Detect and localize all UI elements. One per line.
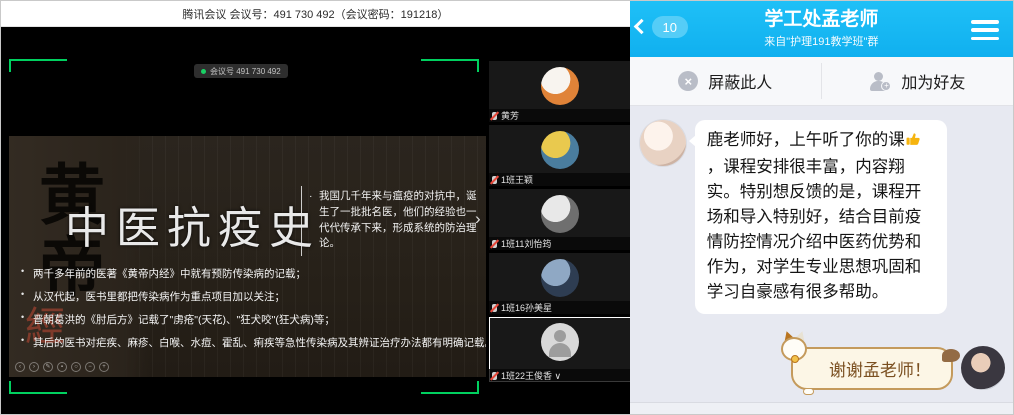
- tencent-meeting-window: 腾讯会议 会议号：491 730 492（会议密码：191218） 会议号 49…: [1, 1, 630, 414]
- slide-title: 中医抗疫史: [65, 192, 320, 256]
- slide-control-icon[interactable]: ✎: [43, 362, 53, 372]
- incoming-message-row: 鹿老师好，上午听了你的课 ，课程安排很丰富，内容翔实。特别想反馈的是，课程开场和导…: [640, 120, 1003, 314]
- participant-name: 1班22王俊香 ∨: [501, 369, 561, 382]
- participant-name: 黄芳: [501, 109, 519, 122]
- slide-control-icon[interactable]: +: [99, 362, 109, 372]
- chat-header-center: 学工处孟老师 来自"护理191教学班"群: [690, 9, 953, 49]
- cat-tail-decoration: [942, 349, 960, 362]
- muted-mic-icon: [492, 176, 497, 184]
- slide-intro-paragraph: 我国几千年来与瘟疫的对抗中，诞生了一批批名医，他们的经验也一代代传承下来，形成系…: [309, 189, 481, 252]
- meeting-id-badge-label: 会议号 491 730 492: [210, 66, 281, 77]
- participant-avatar: [541, 131, 579, 169]
- add-friend-label: 加为好友: [901, 69, 965, 93]
- message-bubble: 鹿老师好，上午听了你的课 ，课程安排很丰富，内容翔实。特别想反馈的是，课程开场和导…: [695, 120, 947, 314]
- share-corner-bracket: [421, 381, 479, 394]
- message-text: ，课程安排很丰富，内容翔实。特别想反馈的是，课程开场和导入特别好，结合目前疫情防…: [707, 158, 922, 301]
- unread-count-badge[interactable]: 10: [652, 16, 688, 38]
- meeting-id-badge: 会议号 491 730 492: [194, 64, 288, 78]
- outgoing-message-row: 谢谢孟老师！: [791, 346, 1005, 390]
- block-user-button[interactable]: × 屏蔽此人: [630, 57, 821, 105]
- meeting-titlebar: 腾讯会议 会议号：491 730 492（会议密码：191218）: [1, 1, 630, 27]
- slide-control-icon[interactable]: ○: [71, 362, 81, 372]
- slide-bullet-list: 两千多年前的医著《黄帝内经》中就有预防传染病的记载； 从汉代起，医书里都把传染病作…: [21, 266, 481, 358]
- participant-name-bar: 1班22王俊香 ∨: [489, 369, 630, 382]
- qq-chat-window: 10 学工处孟老师 来自"护理191教学班"群 × 屏蔽此人 + 加为好友: [630, 1, 1013, 414]
- participant-tile[interactable]: 1班22王俊香 ∨: [489, 317, 630, 382]
- chat-action-row: × 屏蔽此人 + 加为好友: [630, 57, 1013, 106]
- chat-title: 学工处孟老师: [690, 9, 953, 31]
- next-page-arrow[interactable]: ›: [475, 209, 481, 229]
- slide-divider-line: [301, 186, 302, 256]
- slide-bullet: 其后的医书对疟疾、麻疹、白喉、水痘、霍乱、痢疾等急性传染病及其辨证治疗办法都有明…: [21, 335, 481, 350]
- slide-control-icon[interactable]: ‹: [15, 362, 25, 372]
- live-dot-icon: [201, 69, 206, 74]
- meeting-titlebar-text: 腾讯会议 会议号：491 730 492（会议密码：191218）: [182, 6, 448, 22]
- participant-avatar: [541, 259, 579, 297]
- participant-name: 1班16孙美星: [501, 301, 552, 314]
- share-corner-bracket: [9, 59, 67, 72]
- participant-video-column: 黄芳 1班王颖 1班11刘怡筠 1班16孙美星 1班22王俊香 ∨: [489, 61, 630, 414]
- add-friend-icon: +: [869, 71, 891, 91]
- participant-name-bar: 黄芳: [489, 109, 630, 122]
- add-friend-button[interactable]: + 加为好友: [822, 57, 1013, 105]
- screen: 腾讯会议 会议号：491 730 492（会议密码：191218） 会议号 49…: [0, 0, 1014, 415]
- slide-control-icon[interactable]: ›: [29, 362, 39, 372]
- participant-tile[interactable]: 1班王颖: [489, 125, 630, 186]
- my-avatar[interactable]: [961, 346, 1005, 390]
- blocked-face-icon: ×: [678, 71, 698, 91]
- muted-mic-icon: [492, 240, 497, 248]
- reply-sticker-bubble: 谢谢孟老师！: [791, 347, 953, 390]
- shared-slide: 黄 帝 經 中医抗疫史 我国几千年来与瘟疫的对抗中，诞生了一批批名医，他们的经验…: [9, 136, 486, 377]
- sender-avatar[interactable]: [640, 120, 686, 166]
- participant-avatar: [541, 195, 579, 233]
- participant-name-bar: 1班11刘怡筠: [489, 237, 630, 250]
- participant-name: 1班11刘怡筠: [501, 237, 551, 250]
- share-corner-bracket: [9, 381, 67, 394]
- participant-tile[interactable]: 黄芳: [489, 61, 630, 122]
- participant-name: 1班王颖: [501, 173, 533, 186]
- muted-mic-icon: [492, 372, 497, 380]
- slide-control-icon[interactable]: ▪: [57, 362, 67, 372]
- thumbs-up-emoji: [905, 130, 922, 155]
- participant-tile[interactable]: 1班11刘怡筠: [489, 189, 630, 250]
- chat-subtitle: 来自"护理191教学班"群: [690, 33, 953, 49]
- participant-avatar: [541, 67, 579, 105]
- slide-control-icon[interactable]: −: [85, 362, 95, 372]
- participant-avatar: [541, 323, 579, 361]
- back-icon[interactable]: [633, 19, 649, 35]
- slide-bullet: 从汉代起，医书里都把传染病作为重点项目加以关注；: [21, 289, 481, 304]
- cat-paw-decoration: [803, 388, 814, 395]
- muted-mic-icon: [492, 112, 497, 120]
- input-bar-edge[interactable]: [630, 402, 1013, 414]
- participant-tile[interactable]: 1班16孙美星: [489, 253, 630, 314]
- participant-name-bar: 1班16孙美星: [489, 301, 630, 314]
- chat-message-area: 鹿老师好，上午听了你的课 ，课程安排很丰富，内容翔实。特别想反馈的是，课程开场和导…: [630, 106, 1013, 402]
- cat-decoration-icon: [781, 333, 811, 361]
- participant-name-bar: 1班王颖: [489, 173, 630, 186]
- meeting-body: 会议号 491 730 492 黄 帝 經 中医抗疫史 我国几千年来与瘟疫的对抗…: [1, 27, 630, 414]
- block-user-label: 屏蔽此人: [708, 69, 772, 93]
- reply-text: 谢谢孟老师！: [829, 361, 931, 380]
- slide-bullet: 两千多年前的医著《黄帝内经》中就有预防传染病的记载；: [21, 266, 481, 281]
- message-text: 鹿老师好，上午听了你的课: [707, 131, 905, 149]
- slide-bullet: 晋朝葛洪的《肘后方》记载了"虏疮"(天花)、"狂犬咬"(狂犬病)等；: [21, 312, 481, 327]
- share-corner-bracket: [421, 59, 479, 72]
- muted-mic-icon: [492, 304, 497, 312]
- menu-icon[interactable]: [971, 20, 999, 40]
- chat-header: 10 学工处孟老师 来自"护理191教学班"群: [630, 1, 1013, 57]
- slide-toolbar: ‹ › ✎ ▪ ○−+: [15, 362, 109, 372]
